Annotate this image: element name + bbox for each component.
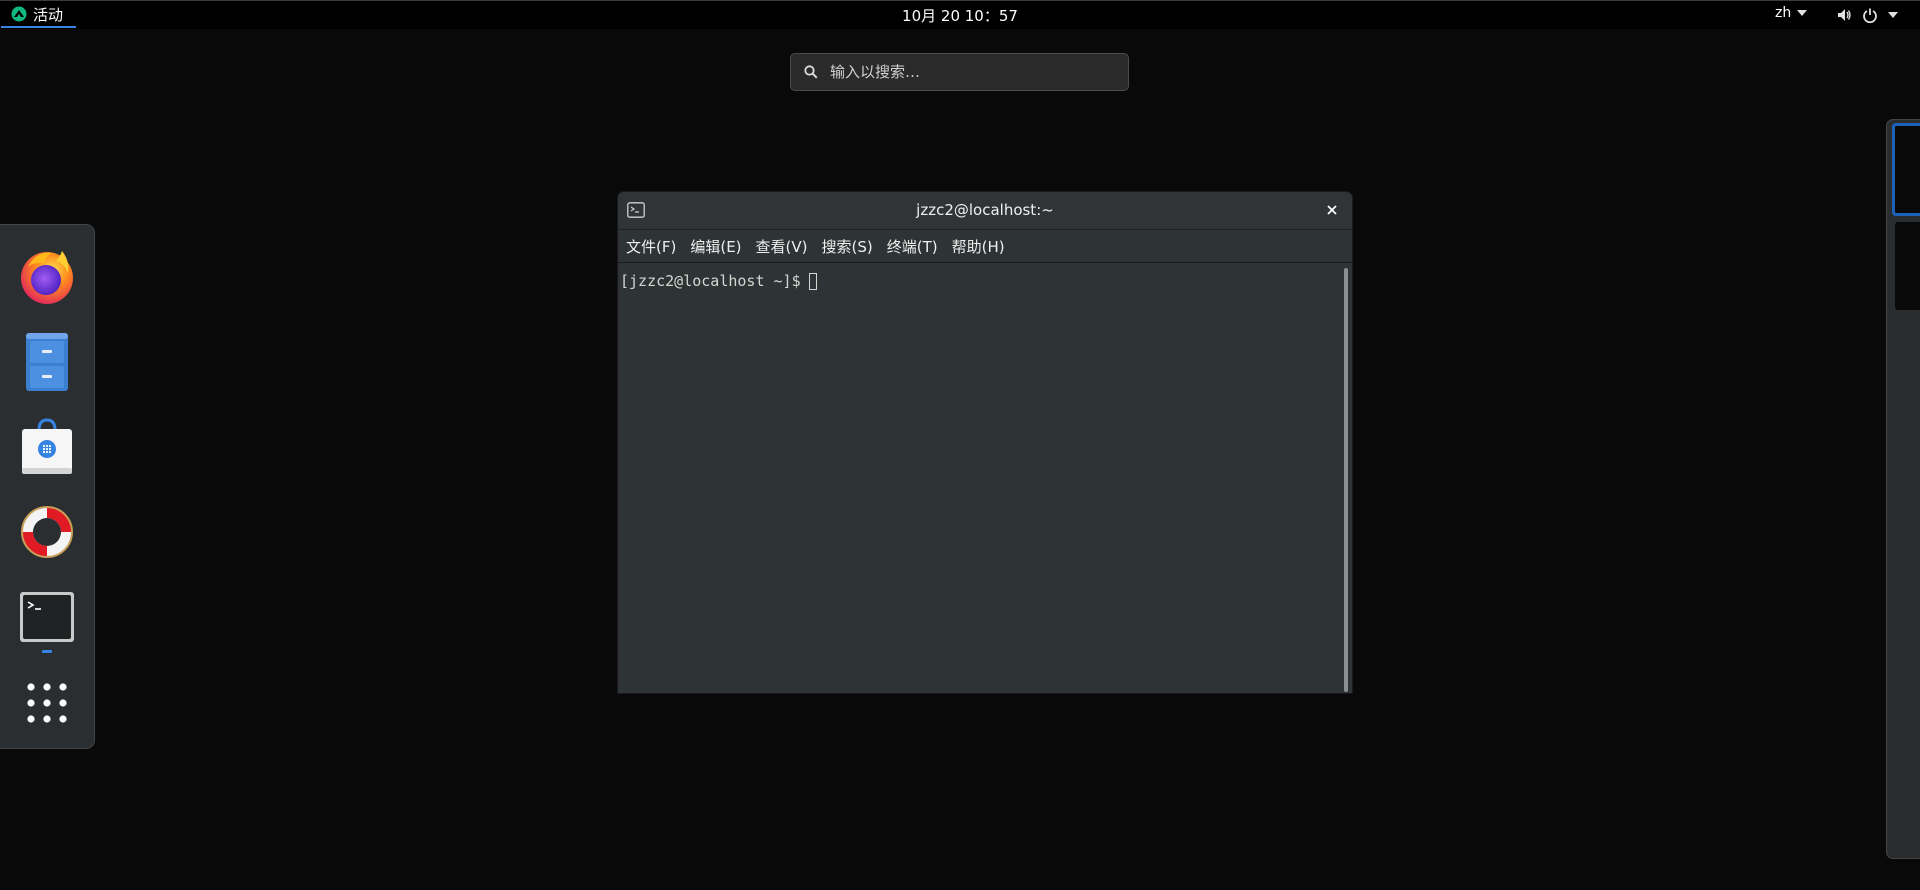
dash-item-help[interactable] bbox=[16, 501, 78, 563]
terminal-window[interactable]: jzzc2@localhost:~ 文件(F) 编辑(E) 查看(V) 搜索(S… bbox=[617, 191, 1353, 694]
menu-view[interactable]: 查看(V) bbox=[756, 236, 816, 257]
clock[interactable]: 10月 20 10：57 bbox=[902, 7, 1018, 25]
menu-edit[interactable]: 编辑(E) bbox=[690, 236, 749, 257]
language-label: zh bbox=[1775, 5, 1792, 21]
workspace-thumbnail-2[interactable] bbox=[1895, 222, 1920, 310]
search-input[interactable] bbox=[828, 62, 1102, 82]
search-box[interactable] bbox=[790, 53, 1129, 91]
terminal-menubar: 文件(F) 编辑(E) 查看(V) 搜索(S) 终端(T) 帮助(H) bbox=[618, 230, 1352, 262]
dash-item-firefox[interactable] bbox=[16, 245, 78, 307]
input-method-menu[interactable]: zh bbox=[1775, 5, 1808, 21]
file-cabinet-icon bbox=[26, 333, 68, 391]
close-icon bbox=[1327, 205, 1337, 215]
menu-file[interactable]: 文件(F) bbox=[626, 236, 684, 257]
shell-prompt: [jzzc2@localhost ~]$ bbox=[620, 272, 801, 290]
chevron-down-icon bbox=[1797, 10, 1808, 16]
terminal-title: jzzc2@localhost:~ bbox=[916, 201, 1054, 219]
volume-icon bbox=[1838, 9, 1851, 21]
terminal-scrollbar[interactable] bbox=[1344, 268, 1348, 692]
running-indicator bbox=[42, 650, 52, 653]
dash-item-software[interactable] bbox=[16, 416, 78, 478]
menu-help[interactable]: 帮助(H) bbox=[952, 236, 1013, 257]
clock-container: 10月 20 10：57 bbox=[0, 5, 1920, 26]
workspace-thumbnail-1[interactable] bbox=[1892, 123, 1920, 216]
menu-search[interactable]: 搜索(S) bbox=[822, 236, 881, 257]
show-applications-button[interactable] bbox=[16, 672, 78, 734]
activities-label: 活动 bbox=[33, 5, 64, 24]
text-cursor bbox=[808, 272, 817, 290]
search-icon bbox=[804, 65, 818, 79]
dash bbox=[0, 224, 95, 749]
workspace-switcher bbox=[1886, 119, 1920, 859]
system-menu[interactable] bbox=[1836, 7, 1898, 23]
dash-item-terminal[interactable] bbox=[16, 586, 78, 648]
activities-button[interactable]: 活动 bbox=[1, 2, 76, 28]
distro-logo-icon bbox=[11, 6, 27, 22]
top-bar: 活动 10月 20 10：57 zh bbox=[0, 0, 1920, 29]
app-grid-icon bbox=[27, 683, 67, 723]
shell-prompt-line: [jzzc2@localhost ~]$ bbox=[620, 272, 817, 290]
terminal-body[interactable]: [jzzc2@localhost ~]$ bbox=[618, 262, 1352, 693]
lifebuoy-icon bbox=[21, 506, 73, 558]
menu-terminal[interactable]: 终端(T) bbox=[887, 236, 946, 257]
terminal-icon bbox=[20, 592, 74, 642]
dash-item-files[interactable] bbox=[16, 331, 78, 393]
firefox-icon bbox=[21, 251, 73, 304]
power-icon bbox=[1863, 8, 1877, 23]
software-bag-icon bbox=[22, 418, 72, 474]
chevron-down-icon bbox=[1888, 12, 1898, 18]
terminal-titlebar[interactable]: jzzc2@localhost:~ bbox=[618, 192, 1352, 230]
close-button[interactable] bbox=[1322, 200, 1342, 220]
